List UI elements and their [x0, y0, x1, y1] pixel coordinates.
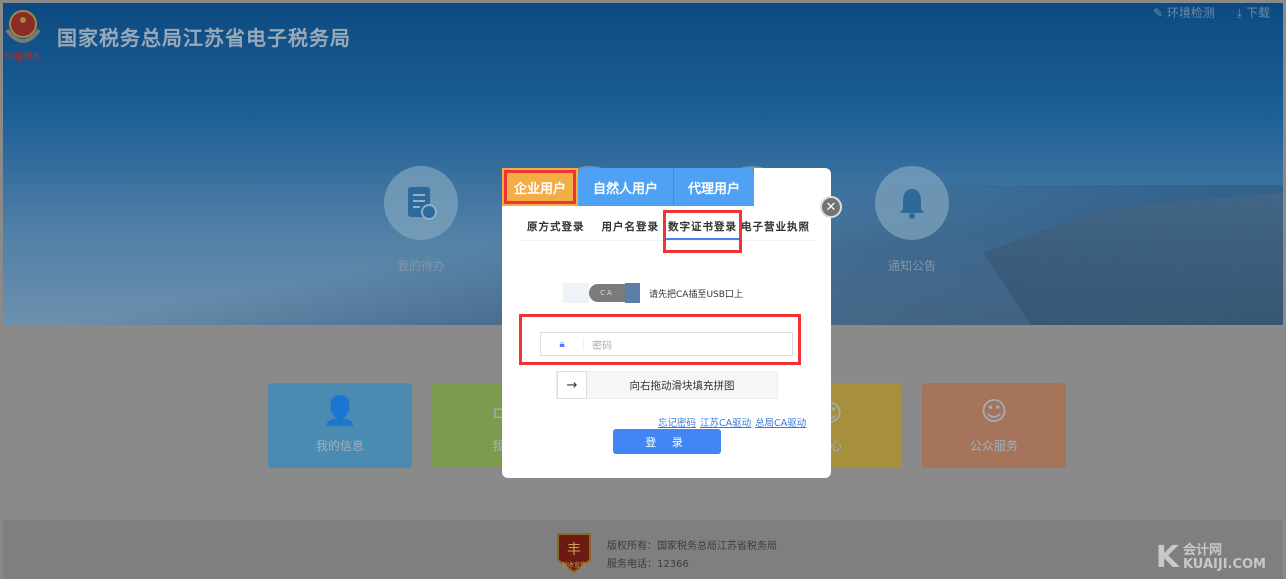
slide-captcha[interactable]: → 向右拖动滑块填充拼图: [556, 371, 778, 399]
svg-text:丰: 丰: [567, 542, 581, 558]
download-icon: ⤓: [1236, 6, 1243, 20]
tab-natural-person[interactable]: 自然人用户: [578, 168, 674, 206]
tab-agent-user[interactable]: 代理用户: [674, 168, 754, 206]
notice-label: 通知公告: [887, 259, 936, 273]
env-check-link[interactable]: ✎ 环境检测: [1153, 4, 1215, 21]
phone-text: 服务电话：12366: [607, 559, 689, 570]
highlight-box-cert-tab: [663, 210, 742, 253]
tab-enterprise-user[interactable]: 企业用户: [502, 168, 578, 206]
tab-business-license[interactable]: 电子营业执照: [739, 213, 817, 240]
download-link[interactable]: ⤓ 下载: [1237, 4, 1270, 21]
ca-hint: 请先把CA插至USB口上: [649, 289, 743, 300]
password-field[interactable]: 🔒︎ 密码: [540, 332, 793, 356]
close-icon[interactable]: ✕: [820, 196, 842, 218]
lock-icon: 🔒︎: [559, 338, 565, 350]
tile-public-service[interactable]: ☺ 公众服务: [922, 383, 1066, 468]
document-clock-icon: [408, 187, 437, 220]
tax-emblem-logo: 中国税务: [5, 10, 41, 63]
forgot-password-link[interactable]: 忘记密码: [658, 415, 696, 429]
arrow-right-icon[interactable]: →: [557, 371, 587, 399]
bell-icon: [900, 189, 924, 219]
service-icon: ☺: [980, 397, 1008, 427]
todo-label: 我的待办: [396, 259, 445, 273]
logo-text: 中国税务: [5, 51, 41, 63]
user-icon: 👤: [322, 394, 358, 427]
tile-my-info[interactable]: 👤 我的信息: [268, 383, 412, 468]
wrench-icon: ✎: [1152, 6, 1163, 20]
password-placeholder: 密码: [592, 340, 612, 352]
ca-usb-illustration: CA 请先把CA插至USB口上: [563, 283, 743, 303]
usb-key-icon: CA: [589, 284, 625, 302]
badge-text: 税收宣传: [561, 562, 586, 569]
site-title: 国家税务总局江苏省电子税务局: [57, 26, 351, 50]
login-button[interactable]: 登 录: [613, 429, 721, 454]
slider-text: 向右拖动滑块填充拼图: [629, 379, 735, 392]
jiangsu-ca-driver-link[interactable]: 江苏CA驱动: [700, 415, 751, 429]
tab-legacy-login[interactable]: 原方式登录: [520, 213, 592, 240]
todo-circle[interactable]: [384, 166, 458, 240]
notice-circle[interactable]: [875, 166, 949, 240]
copyright-text: 版权所有：国家税务总局江苏省税务局: [607, 541, 777, 552]
kuaiji-watermark: K 会计网 KUAIJI.COM: [1155, 540, 1266, 575]
central-ca-driver-link[interactable]: 总局CA驱动: [755, 415, 806, 429]
tab-username-login[interactable]: 用户名登录: [595, 213, 667, 240]
